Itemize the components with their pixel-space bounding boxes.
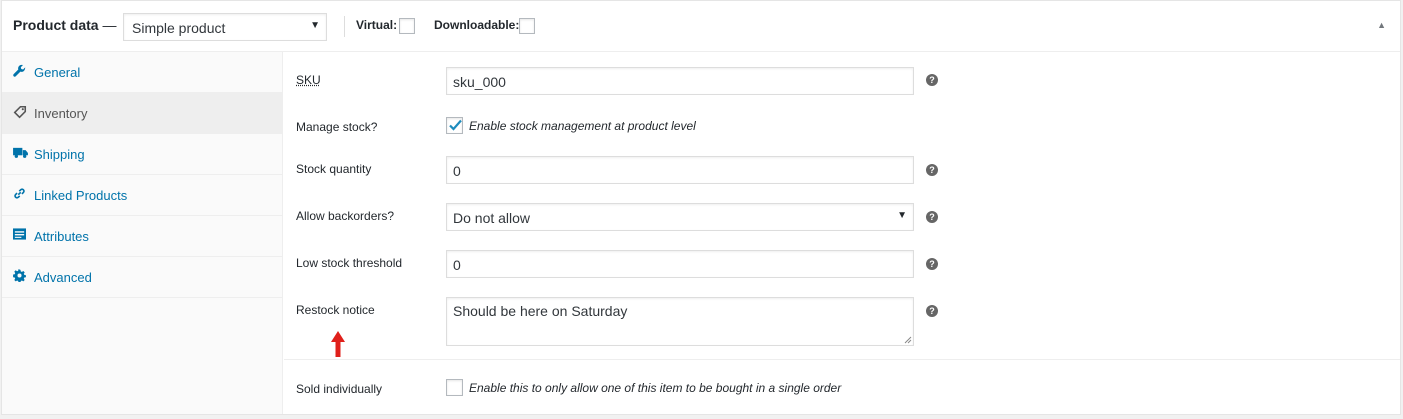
restock-notice-textarea[interactable]: Should be here on Saturday	[446, 297, 914, 346]
help-icon[interactable]: ?	[926, 74, 938, 86]
help-icon[interactable]: ?	[926, 305, 938, 317]
tab-inventory[interactable]: Inventory	[2, 93, 282, 134]
tab-general[interactable]: General	[2, 52, 282, 93]
tab-advanced[interactable]: Advanced	[2, 257, 282, 298]
virtual-label: Virtual:	[356, 18, 398, 32]
collapse-toggle-icon[interactable]: ▲	[1377, 20, 1386, 30]
link-icon	[13, 187, 27, 201]
downloadable-checkbox[interactable]	[519, 18, 535, 34]
help-icon[interactable]: ?	[926, 258, 938, 270]
resize-handle-icon[interactable]	[904, 336, 912, 344]
annotation-arrow-icon	[331, 331, 345, 357]
tab-attributes[interactable]: Attributes	[2, 216, 282, 257]
manage-stock-label: Manage stock?	[296, 120, 378, 134]
chevron-down-icon: ▼	[310, 20, 320, 31]
help-icon[interactable]: ?	[926, 211, 938, 223]
sold-individually-label: Sold individually	[296, 382, 383, 396]
stock-quantity-input[interactable]: 0	[446, 156, 914, 184]
header-divider	[344, 16, 345, 37]
sku-label: SKU	[296, 73, 321, 87]
section-divider	[284, 359, 1400, 360]
restock-notice-label: Restock notice	[296, 303, 375, 317]
backorders-label: Allow backorders?	[296, 209, 395, 223]
sold-individually-description: Enable this to only allow one of this it…	[469, 381, 842, 395]
product-data-tabs: General Inventory Shipping Linked Produc…	[2, 52, 283, 414]
attributes-icon	[13, 228, 27, 242]
tag-icon	[13, 105, 27, 119]
tab-linked-products[interactable]: Linked Products	[2, 175, 282, 216]
virtual-checkbox[interactable]	[399, 18, 415, 34]
low-stock-threshold-label: Low stock threshold	[296, 256, 403, 270]
manage-stock-description: Enable stock management at product level	[469, 119, 696, 133]
checkmark-icon	[449, 119, 462, 131]
product-data-header: Product data — Simple product ▼ Virtual:…	[2, 1, 1400, 52]
downloadable-label: Downloadable:	[434, 18, 520, 32]
product-data-title: Product data —	[13, 17, 117, 33]
manage-stock-checkbox[interactable]	[446, 117, 463, 134]
backorders-select[interactable]: Do not allow ▼	[446, 203, 914, 231]
truck-icon	[13, 146, 28, 160]
tab-shipping[interactable]: Shipping	[2, 134, 282, 175]
sold-individually-checkbox[interactable]	[446, 379, 463, 396]
low-stock-threshold-input[interactable]: 0	[446, 250, 914, 278]
chevron-down-icon: ▼	[897, 210, 907, 221]
product-data-panel: Product data — Simple product ▼ Virtual:…	[1, 0, 1401, 415]
help-icon[interactable]: ?	[926, 164, 938, 176]
sku-input[interactable]: sku_000	[446, 67, 914, 95]
stock-quantity-label: Stock quantity	[296, 162, 372, 176]
gear-icon	[13, 269, 27, 283]
product-type-select[interactable]: Simple product ▼	[123, 13, 327, 41]
inventory-fields: SKU sku_000 ? Manage stock? Enable stock…	[284, 52, 1400, 414]
wrench-icon	[13, 64, 27, 78]
